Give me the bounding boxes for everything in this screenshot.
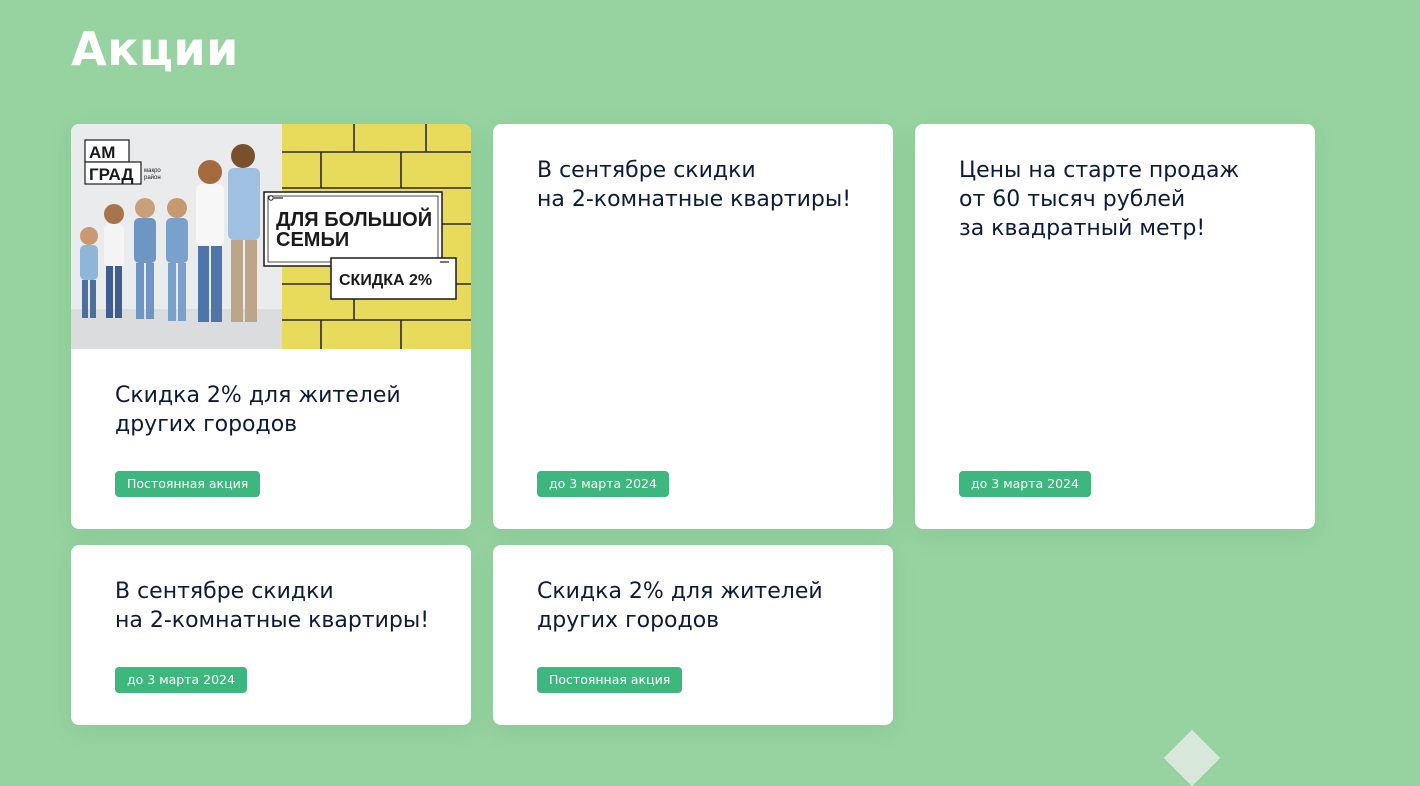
promo-badge: до 3 марта 2024 bbox=[115, 667, 247, 693]
promo-badge: до 3 марта 2024 bbox=[537, 471, 669, 497]
svg-text:АМ: АМ bbox=[89, 143, 115, 162]
card-title: Скидка 2% для жителей других городов bbox=[115, 383, 401, 437]
promo-card-other-cities-discount[interactable]: Скидка 2% для жителей других городов Пос… bbox=[493, 545, 893, 725]
svg-text:макро: макро bbox=[144, 168, 161, 174]
page-title: Акции bbox=[71, 22, 239, 76]
card-title: Скидка 2% для жителей других городов bbox=[537, 579, 823, 633]
promo-card-september-2room[interactable]: В сентябре скидки на 2-комнатные квартир… bbox=[71, 545, 471, 725]
card-title: В сентябре скидки на 2-комнатные квартир… bbox=[115, 579, 430, 633]
svg-text:район: район bbox=[144, 174, 161, 181]
svg-text:СЕМЬИ: СЕМЬИ bbox=[276, 229, 349, 251]
promo-badge: до 3 марта 2024 bbox=[959, 471, 1091, 497]
svg-text:СКИДКА 2%: СКИДКА 2% bbox=[339, 272, 432, 289]
promo-card-september-2room[interactable]: В сентябре скидки на 2-комнатные квартир… bbox=[493, 124, 893, 529]
promo-badge: Постоянная акция bbox=[115, 471, 261, 497]
svg-text:ДЛЯ БОЛЬШОЙ: ДЛЯ БОЛЬШОЙ bbox=[276, 207, 432, 231]
svg-text:ГРАД: ГРАД bbox=[89, 165, 134, 184]
card-title: В сентябре скидки на 2-комнатные квартир… bbox=[537, 158, 852, 212]
decorative-shape bbox=[1163, 729, 1221, 786]
card-title: Цены на старте продаж от 60 тысяч рублей… bbox=[959, 158, 1240, 241]
promo-badge: Постоянная акция bbox=[537, 667, 683, 693]
promo-image: АМ ГРАД макро район ДЛЯ БОЛЬШОЙ СЕМЬИ СК… bbox=[71, 124, 471, 349]
promo-card-family-discount[interactable]: АМ ГРАД макро район ДЛЯ БОЛЬШОЙ СЕМЬИ СК… bbox=[71, 124, 471, 529]
promo-card-start-prices[interactable]: Цены на старте продаж от 60 тысяч рублей… bbox=[915, 124, 1315, 529]
